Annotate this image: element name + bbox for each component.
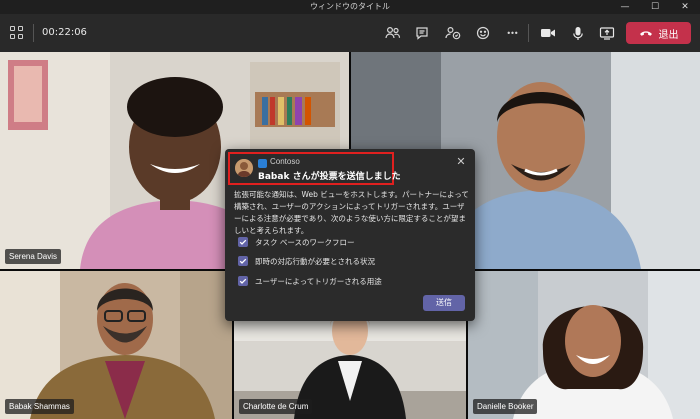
window-title-bar: ウィンドウのタイトル — ☐ ✕: [0, 0, 700, 14]
notification-popup: Contoso Babak さんが投票を送信しました ✕ 拡張可能な通知は、We…: [225, 149, 475, 321]
microphone-icon[interactable]: [569, 24, 587, 42]
chat-icon[interactable]: [413, 24, 431, 42]
notification-body: 拡張可能な通知は、Web ビューをホストします。パートナーによって構築され、ユー…: [234, 190, 469, 235]
meeting-timer: 00:22:06: [33, 24, 87, 42]
checkbox-label: タスク ベースのワークフロー: [255, 237, 355, 247]
checkbox[interactable]: [238, 276, 248, 286]
window-title: ウィンドウのタイトル: [310, 2, 390, 11]
contoso-app-icon: [258, 159, 267, 168]
send-button[interactable]: 送信: [423, 295, 465, 311]
participants-icon[interactable]: [384, 24, 402, 42]
raise-hand-icon[interactable]: [444, 24, 462, 42]
checkbox-row[interactable]: ユーザーによってトリガーされる用途: [238, 275, 382, 287]
checkbox-row[interactable]: 即時の対応行動が必要とされる状況: [238, 255, 375, 267]
checkmark-icon: [239, 239, 247, 245]
close-icon[interactable]: ✕: [455, 156, 467, 168]
more-options-icon[interactable]: •••: [503, 24, 521, 42]
leave-button[interactable]: 退出: [626, 22, 691, 44]
checkbox-label: 即時の対応行動が必要とされる状況: [255, 256, 375, 266]
video-feed: [468, 271, 700, 419]
participant-tile-babak: Babak Shammas: [0, 271, 232, 419]
avatar: [235, 159, 253, 177]
notification-title: Babak さんが投票を送信しました: [258, 172, 401, 182]
close-window-button[interactable]: ✕: [670, 0, 700, 14]
notification-header[interactable]: Contoso Babak さんが投票を送信しました: [228, 152, 401, 185]
checkbox[interactable]: [238, 256, 248, 266]
video-feed: [0, 271, 232, 419]
toolbar-divider: [528, 24, 529, 42]
share-screen-icon[interactable]: [598, 24, 616, 42]
grid-view-icon[interactable]: [10, 26, 24, 40]
minimize-button[interactable]: —: [610, 0, 640, 14]
camera-icon[interactable]: [539, 24, 557, 42]
participant-name-tag: Danielle Booker: [473, 399, 538, 414]
hang-up-icon: [639, 31, 652, 36]
participant-name-tag: Charlotte de Crum: [239, 399, 313, 414]
checkbox-row[interactable]: タスク ベースのワークフロー: [238, 236, 355, 248]
participant-name-tag: Serena Davis: [5, 249, 62, 264]
app-name: Contoso: [270, 157, 300, 166]
participant-tile-danielle: Danielle Booker: [468, 271, 700, 419]
checkmark-icon: [239, 258, 247, 264]
checkbox-label: ユーザーによってトリガーされる用途: [255, 276, 382, 286]
checkbox[interactable]: [238, 237, 248, 247]
maximize-button[interactable]: ☐: [640, 0, 670, 14]
checkmark-icon: [239, 278, 247, 284]
leave-button-label: 退出: [658, 29, 679, 41]
meeting-toolbar: 00:22:06 ••• 退出: [0, 14, 700, 52]
participant-name-tag: Babak Shammas: [5, 399, 74, 414]
reactions-icon[interactable]: [474, 24, 492, 42]
